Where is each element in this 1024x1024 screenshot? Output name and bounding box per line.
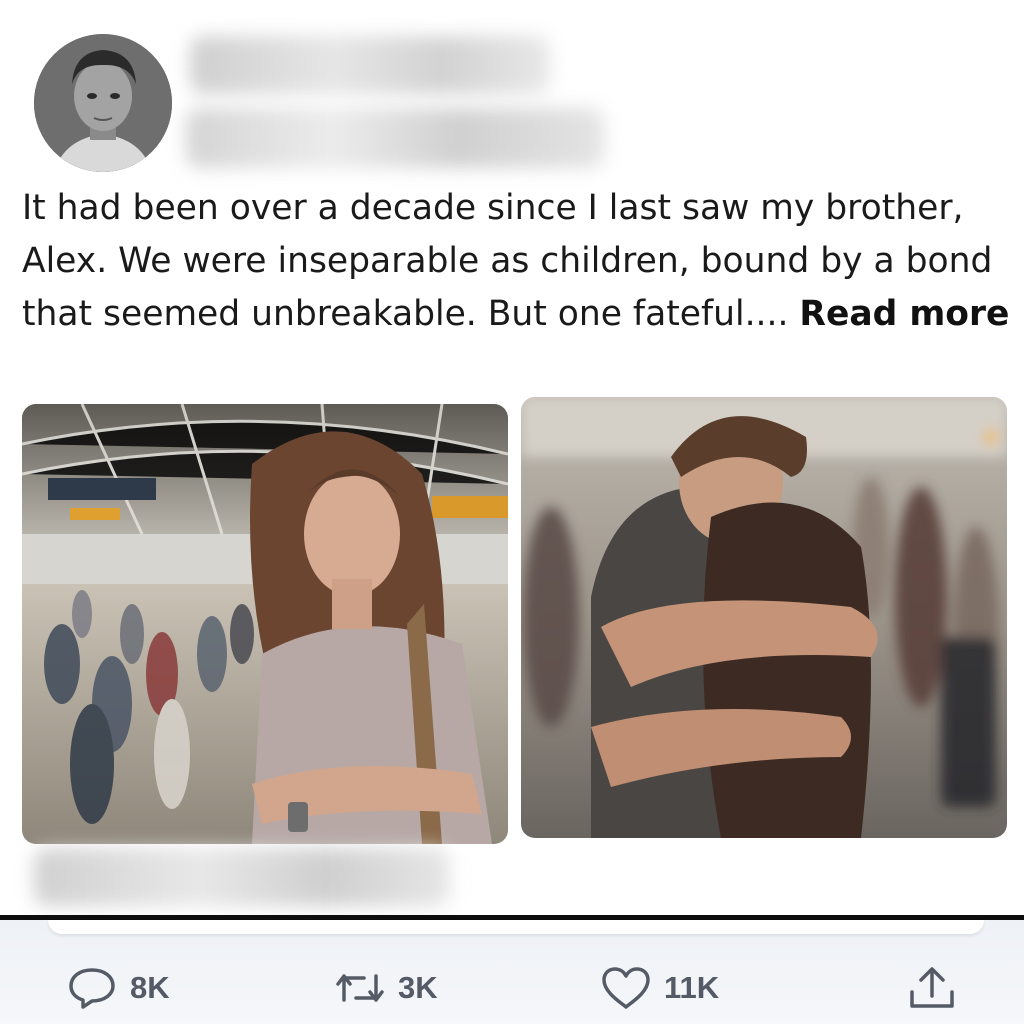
author-handle-redacted xyxy=(186,108,604,168)
speech-bubble-icon xyxy=(69,968,115,1009)
location-redacted xyxy=(34,848,450,906)
read-more-link[interactable]: Read more xyxy=(799,294,1009,334)
card-edge xyxy=(48,920,984,934)
woman-airport-illustration xyxy=(22,404,508,844)
share-button[interactable] xyxy=(906,958,958,1018)
like-button[interactable]: 11K xyxy=(600,958,719,1018)
post-image-woman-airport[interactable] xyxy=(22,404,508,844)
reply-button[interactable]: 8K xyxy=(66,958,170,1018)
repost-arrows-icon xyxy=(336,974,384,1002)
repost-button[interactable]: 3K xyxy=(334,958,438,1018)
repost-count: 3K xyxy=(398,970,438,1005)
author-avatar[interactable] xyxy=(34,34,172,172)
heart-icon xyxy=(602,967,650,1009)
share-upload-icon xyxy=(910,967,954,1008)
post-card: It had been over a decade since I last s… xyxy=(0,0,1024,918)
reply-count: 8K xyxy=(130,970,170,1005)
post-image-siblings-hug[interactable] xyxy=(521,397,1007,838)
author-name-redacted xyxy=(190,36,550,94)
siblings-hug-illustration xyxy=(521,397,1007,838)
post-text: It had been over a decade since I last s… xyxy=(22,182,1012,341)
avatar-portrait xyxy=(34,34,172,172)
like-count: 11K xyxy=(664,970,720,1005)
